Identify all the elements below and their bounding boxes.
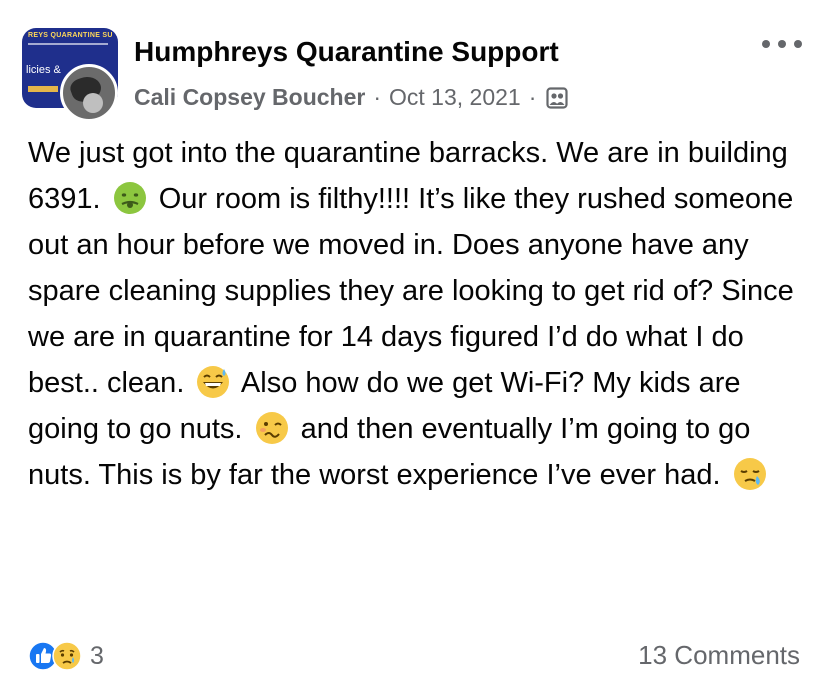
group-avatar-text-mid: licies & [26,64,61,76]
more-options-icon[interactable] [762,38,802,50]
grinning-sweat-icon [197,366,230,398]
post-meta: Cali Copsey Boucher · Oct 13, 2021 · [134,84,568,111]
reactions-summary[interactable]: 3 [28,640,104,672]
group-avatar-text-top: REYS QUARANTINE SU [28,32,113,39]
nauseated-face-icon [113,182,146,214]
group-name-link[interactable]: Humphreys Quarantine Support [134,36,559,68]
group-avatar-line [28,43,108,45]
group-avatar-bar [28,86,58,92]
group-members-icon [546,86,568,109]
sad-icon [52,641,82,671]
author-name-link[interactable]: Cali Copsey Boucher [134,84,365,111]
post-body: We just got into the quarantine barracks… [28,130,808,498]
meta-separator: · [528,84,537,110]
avatar-shape [83,93,103,113]
reaction-count: 3 [90,641,104,670]
post-card: REYS QUARANTINE SU licies & Humphreys Qu… [0,0,828,694]
meta-separator: · [373,84,382,110]
sleepy-face-icon [733,458,766,490]
woozy-face-icon [255,412,288,444]
author-avatar[interactable] [60,64,118,122]
comments-count-link[interactable]: 13 Comments [638,640,800,671]
post-date-link[interactable]: Oct 13, 2021 [389,84,521,111]
